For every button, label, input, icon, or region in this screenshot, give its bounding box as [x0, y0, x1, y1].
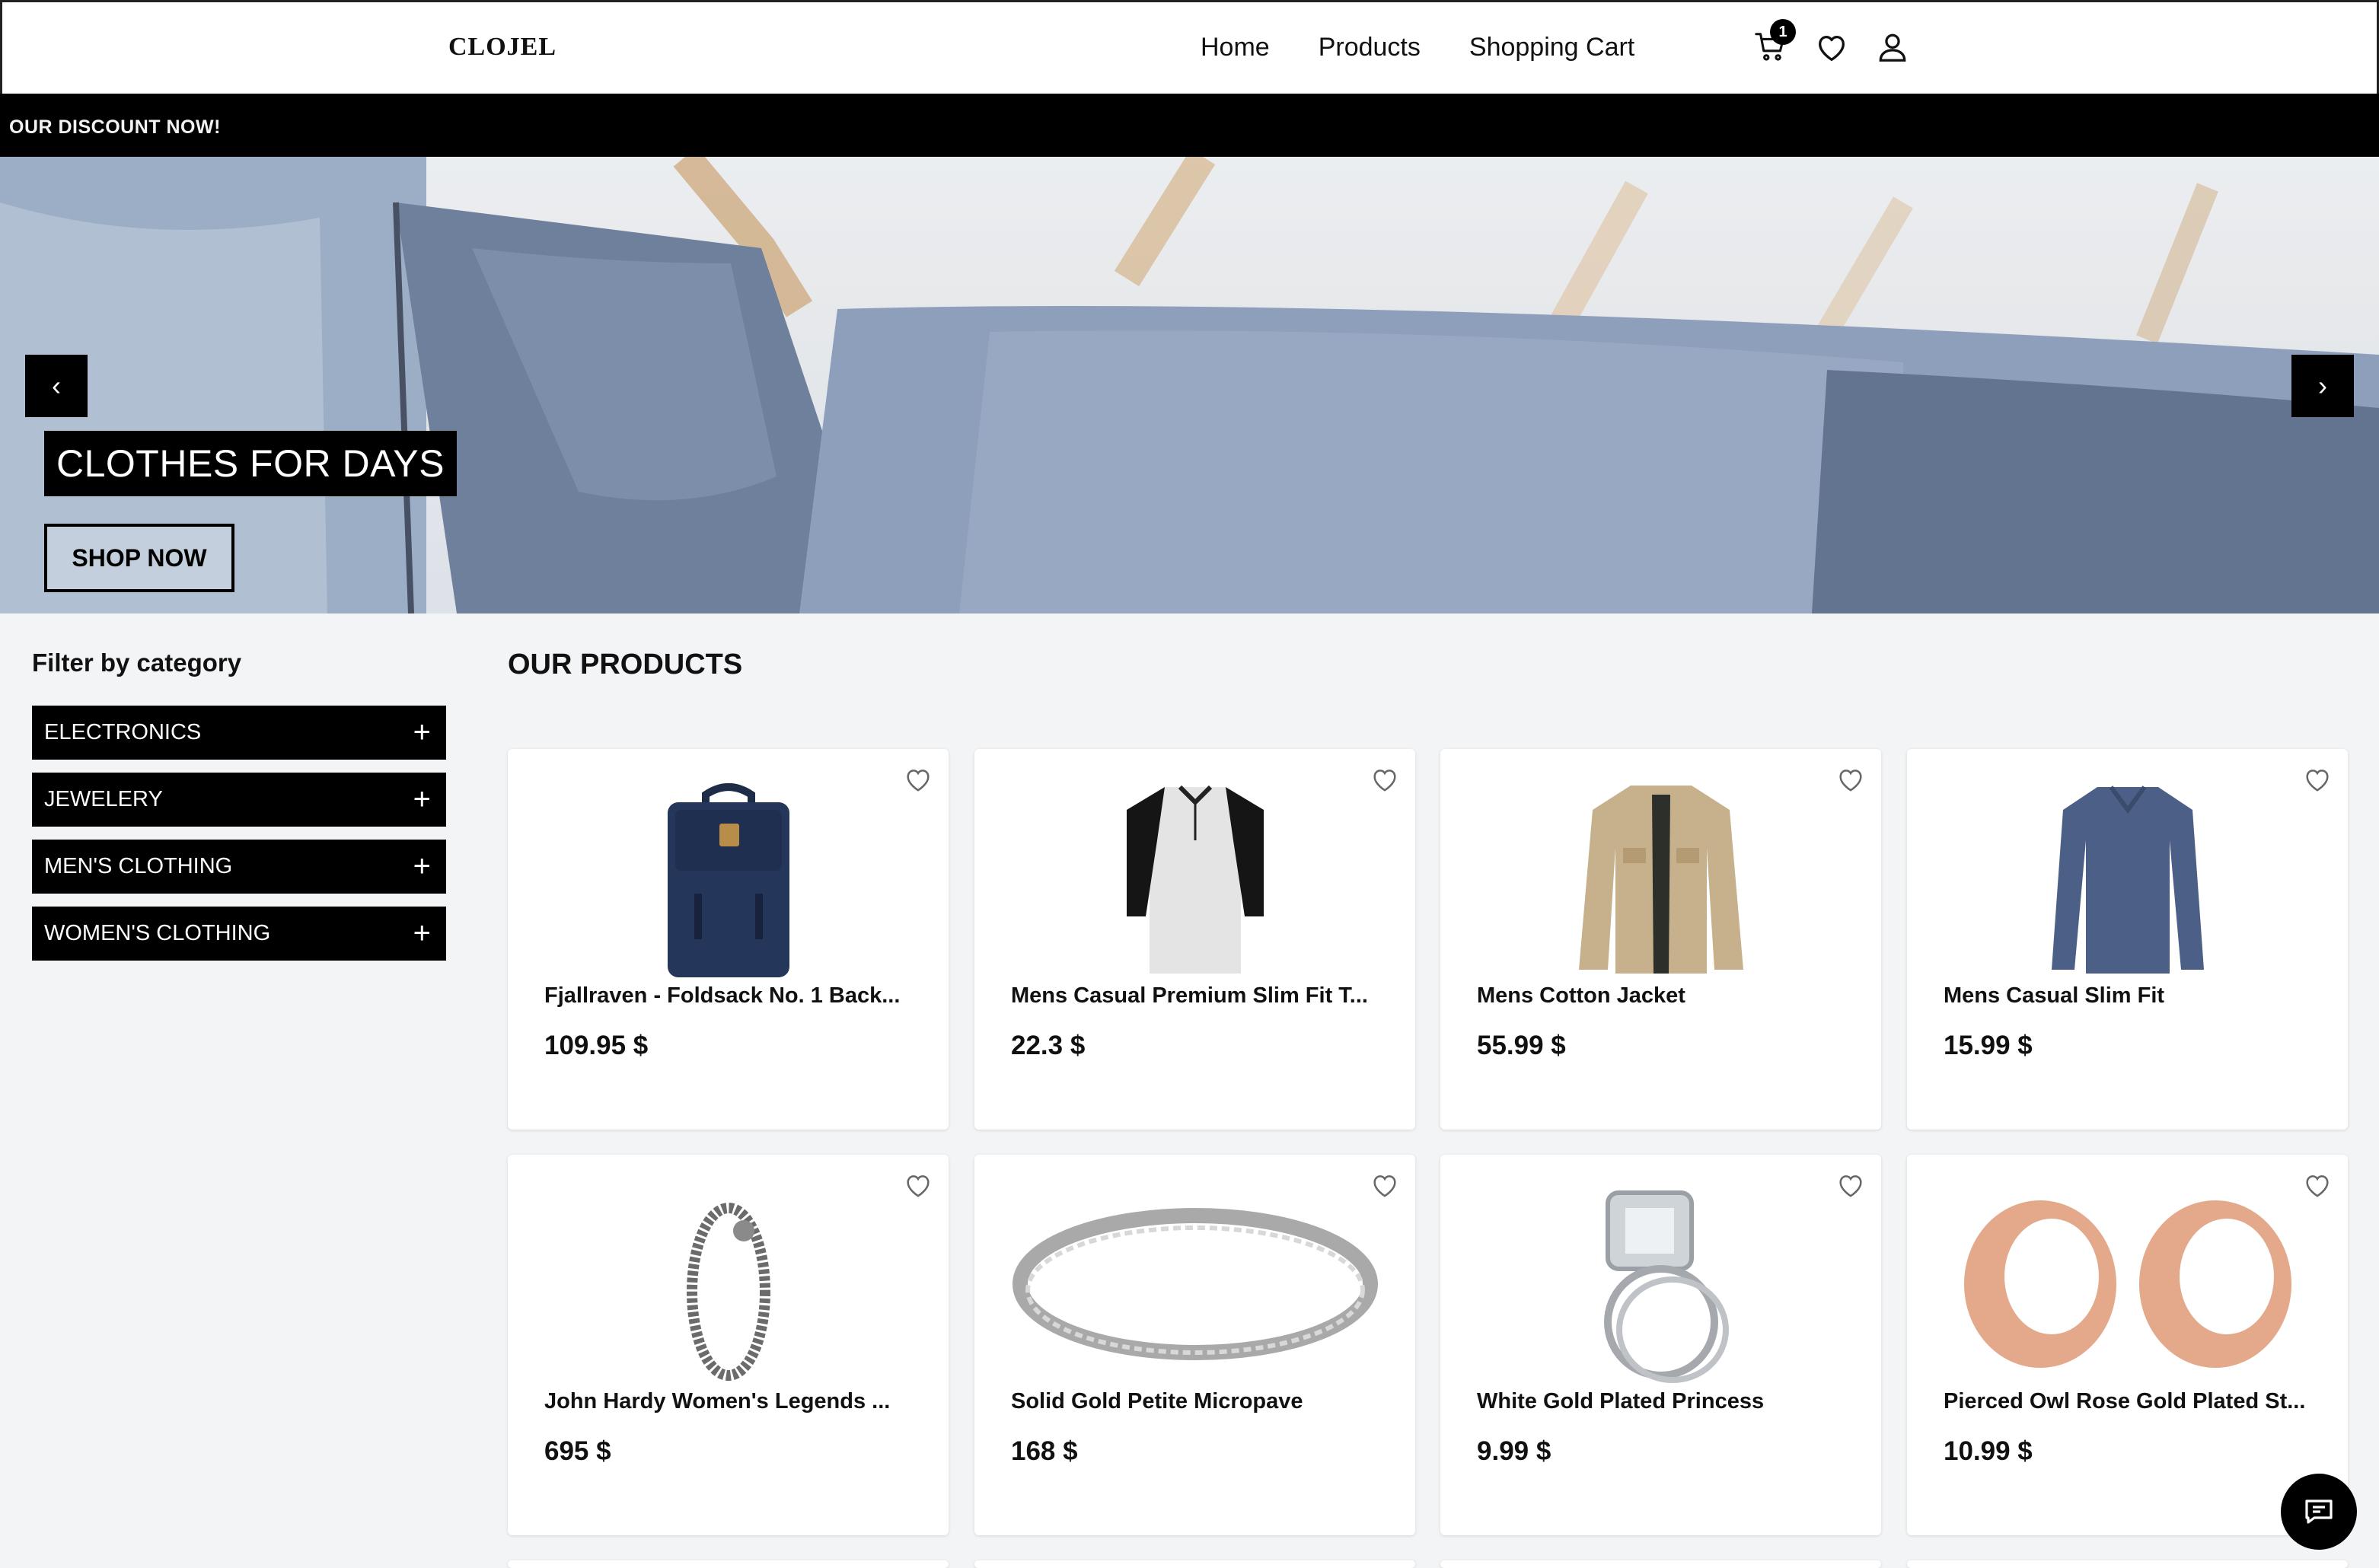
header-icons: 1	[1753, 19, 1910, 65]
product-image-backpack	[508, 779, 949, 977]
product-card[interactable]: Mens Casual Slim Fit 15.99 $	[1907, 749, 2348, 1130]
product-card[interactable]: Fjallraven - Foldsack No. 1 Back... 109.…	[508, 749, 949, 1130]
product-title[interactable]: White Gold Plated Princess	[1477, 1389, 1858, 1414]
product-image-longsleeve	[1907, 779, 2348, 977]
product-price: 55.99 $	[1477, 1031, 1566, 1060]
promo-text: OUR DISCOUNT NOW!	[9, 116, 221, 138]
cart-count-badge: 1	[1770, 19, 1796, 45]
chat-button[interactable]	[2281, 1474, 2357, 1550]
category-label: ELECTRONICS	[44, 720, 202, 744]
hero-image	[0, 157, 2379, 613]
product-image-jacket	[1440, 779, 1881, 977]
category-jewelery[interactable]: JEWELERY +	[32, 773, 446, 827]
product-card[interactable]	[508, 1560, 949, 1568]
carousel-next-button[interactable]: ›	[2291, 355, 2354, 417]
product-title[interactable]: Mens Casual Premium Slim Fit T...	[1011, 983, 1392, 1009]
product-title[interactable]: Mens Casual Slim Fit	[1944, 983, 2324, 1009]
category-electronics[interactable]: ELECTRONICS +	[32, 706, 446, 760]
product-title[interactable]: Solid Gold Petite Micropave	[1011, 1389, 1392, 1414]
plus-icon: +	[413, 782, 431, 816]
heart-icon[interactable]	[1814, 30, 1849, 65]
product-image-princess-ring	[1440, 1185, 1881, 1383]
product-image-bracelet	[508, 1185, 949, 1383]
main-nav: Home Products Shopping Cart	[1201, 33, 1634, 62]
product-title[interactable]: John Hardy Women's Legends ...	[544, 1389, 925, 1414]
site-header: CLOJEL Home Products Shopping Cart 1	[0, 0, 2379, 94]
shop-now-button[interactable]: SHOP NOW	[44, 524, 234, 592]
product-price: 22.3 $	[1011, 1031, 1086, 1060]
logo[interactable]: CLOJEL	[448, 33, 556, 62]
product-card[interactable]	[1440, 1560, 1881, 1568]
nav-shopping-cart[interactable]: Shopping Cart	[1469, 33, 1634, 62]
product-image-tunnel-plugs	[1907, 1185, 2348, 1383]
chat-icon	[2305, 1499, 2333, 1524]
carousel-prev-button[interactable]: ‹	[25, 355, 88, 417]
product-image-tshirt	[974, 779, 1415, 977]
category-label: MEN'S CLOTHING	[44, 854, 233, 878]
product-card[interactable]	[1907, 1560, 2348, 1568]
hero-title: CLOTHES FOR DAYS	[44, 431, 457, 496]
product-price: 109.95 $	[544, 1031, 649, 1060]
category-womens-clothing[interactable]: WOMEN'S CLOTHING +	[32, 907, 446, 961]
product-price: 15.99 $	[1944, 1031, 2033, 1060]
product-price: 168 $	[1011, 1436, 1078, 1466]
product-price: 10.99 $	[1944, 1436, 2033, 1466]
nav-products[interactable]: Products	[1319, 33, 1421, 62]
products-title: OUR PRODUCTS	[508, 649, 743, 680]
product-card[interactable]: Mens Cotton Jacket 55.99 $	[1440, 749, 1881, 1130]
promo-banner: OUR DISCOUNT NOW!	[0, 94, 2379, 157]
product-card[interactable]: White Gold Plated Princess 9.99 $	[1440, 1155, 1881, 1535]
category-label: JEWELERY	[44, 787, 163, 811]
product-card[interactable]: Solid Gold Petite Micropave 168 $	[974, 1155, 1415, 1535]
product-price: 9.99 $	[1477, 1436, 1551, 1466]
filter-title: Filter by category	[32, 649, 242, 677]
plus-icon: +	[413, 916, 431, 950]
product-card[interactable]: Pierced Owl Rose Gold Plated St... 10.99…	[1907, 1155, 2348, 1535]
category-label: WOMEN'S CLOTHING	[44, 921, 271, 945]
product-image-band-ring	[974, 1185, 1415, 1383]
product-card[interactable]	[974, 1560, 1415, 1568]
product-card[interactable]: John Hardy Women's Legends ... 695 $	[508, 1155, 949, 1535]
product-price: 695 $	[544, 1436, 611, 1466]
cart-icon[interactable]: 1	[1753, 19, 1796, 65]
product-title[interactable]: Mens Cotton Jacket	[1477, 983, 1858, 1009]
hero-carousel: ‹ › CLOTHES FOR DAYS SHOP NOW	[0, 157, 2379, 613]
product-title[interactable]: Fjallraven - Foldsack No. 1 Back...	[544, 983, 925, 1009]
category-mens-clothing[interactable]: MEN'S CLOTHING +	[32, 840, 446, 894]
user-icon[interactable]	[1875, 30, 1910, 65]
product-title[interactable]: Pierced Owl Rose Gold Plated St...	[1944, 1389, 2324, 1414]
plus-icon: +	[413, 715, 431, 749]
nav-home[interactable]: Home	[1201, 33, 1270, 62]
product-card[interactable]: Mens Casual Premium Slim Fit T... 22.3 $	[974, 749, 1415, 1130]
plus-icon: +	[413, 849, 431, 883]
